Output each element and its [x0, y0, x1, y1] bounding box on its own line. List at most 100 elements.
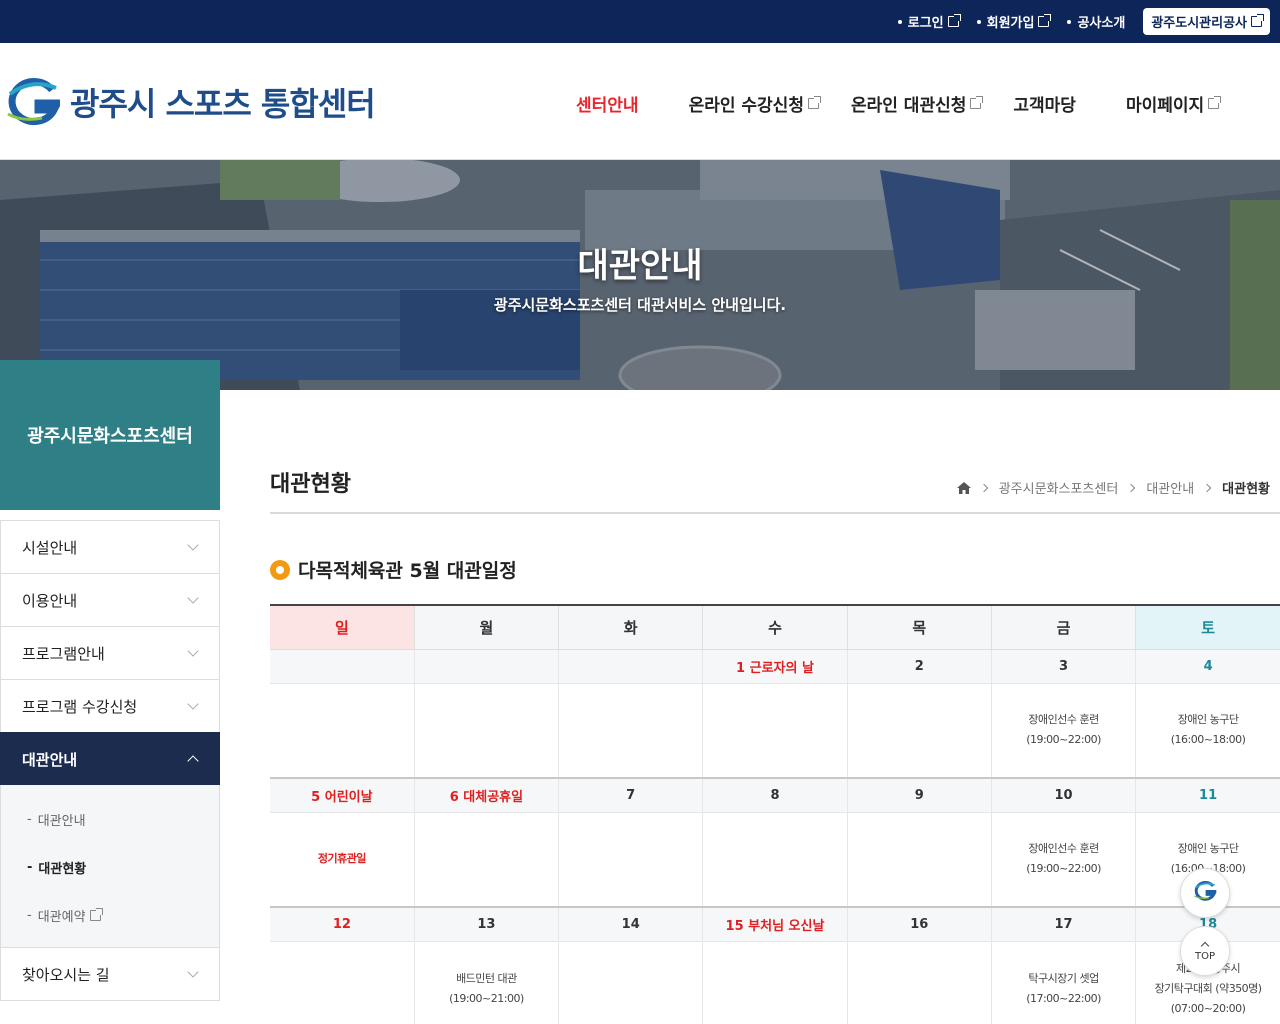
- external-link-icon: [1251, 14, 1264, 27]
- event-cell: [270, 941, 414, 1024]
- event-cell: 장애인선수 훈련 (19:00~22:00): [990, 812, 1136, 907]
- chevron-down-icon: [187, 539, 199, 551]
- date-cell: [413, 649, 559, 684]
- sidebar-item-program[interactable]: 프로그램안내: [0, 626, 220, 679]
- breadcrumb-item[interactable]: 대관안내: [1146, 478, 1194, 497]
- chevron-up-icon: [187, 755, 199, 767]
- weekday-wed: 수: [702, 604, 848, 650]
- event-cell: [846, 812, 992, 907]
- sidebar-title-box: 광주시문화스포츠센터: [0, 360, 220, 510]
- date-cell: 16: [846, 907, 992, 942]
- chevron-right-icon: [1127, 483, 1136, 492]
- event-cell: [413, 812, 559, 907]
- title-divider: [270, 512, 1280, 514]
- date-cell-sat: 4: [1135, 649, 1280, 684]
- bullet-dot-icon: [1067, 19, 1072, 24]
- external-link-icon: [947, 14, 961, 27]
- date-cell: 9: [846, 778, 992, 813]
- date-cell: [270, 649, 415, 684]
- date-cell: 3: [990, 649, 1136, 684]
- sidebar-item-rental[interactable]: 대관안내: [0, 732, 220, 785]
- breadcrumb-item[interactable]: 광주시문화스포츠센터: [999, 478, 1119, 497]
- sidebar-item-directions[interactable]: 찾아오시는 길: [0, 947, 220, 1001]
- chevron-down-icon: [187, 592, 199, 604]
- event-cell: [270, 683, 414, 778]
- external-link-icon: [89, 907, 103, 921]
- chevron-down-icon: [187, 698, 199, 710]
- date-cell-holiday: 5 어린이날: [270, 778, 415, 813]
- home-icon[interactable]: [956, 481, 971, 494]
- signup-link[interactable]: 회원가입: [976, 12, 1052, 31]
- date-row: 1 근로자의 날 2 3 4: [270, 649, 1280, 684]
- sidebar-sub-rental-info[interactable]: - 대관안내: [1, 795, 219, 843]
- weekday-sun: 일: [270, 604, 415, 650]
- date-cell: [558, 649, 703, 684]
- sidebar-sub-rental-status[interactable]: - 대관현황: [1, 843, 219, 891]
- weekday-mon: 월: [413, 604, 559, 650]
- chevron-down-icon: [187, 645, 199, 657]
- event-cell: [846, 941, 992, 1024]
- chevron-right-icon: [1202, 483, 1212, 492]
- event-cell: 탁구시장기 셋업 (17:00~22:00): [990, 941, 1136, 1024]
- date-cell: 17: [990, 907, 1136, 942]
- event-cell: [846, 683, 992, 778]
- main-nav: 센터안내 온라인 수강신청 온라인 대관신청 고객마당 마이페이지: [560, 91, 1222, 116]
- site-header: 광주시 스포츠 통합센터 센터안내 온라인 수강신청 온라인 대관신청 고객마당…: [0, 43, 1280, 160]
- nav-online-rental[interactable]: 온라인 대관신청: [851, 91, 984, 116]
- scroll-top-button[interactable]: TOP: [1180, 926, 1230, 976]
- bullet-dot-icon: [976, 19, 981, 24]
- event-cell: [702, 683, 848, 778]
- chevron-right-icon: [979, 483, 988, 492]
- sidebar-item-usage[interactable]: 이용안내: [0, 573, 220, 626]
- nav-customer[interactable]: 고객마당: [1013, 91, 1076, 116]
- event-cell: [702, 812, 848, 907]
- date-cell: 7: [558, 778, 703, 813]
- event-cell: [413, 683, 559, 778]
- breadcrumb: 광주시문화스포츠센터 대관안내 대관현황: [956, 478, 1270, 497]
- section-title: 다목적체육관 5월 대관일정: [270, 556, 517, 583]
- event-cell-closed: 정기휴관일: [317, 852, 367, 866]
- sidebar-item-program-apply[interactable]: 프로그램 수강신청: [0, 679, 220, 732]
- weekday-sat: 토: [1135, 604, 1280, 650]
- hero-subtitle: 광주시문화스포츠센터 대관서비스 안내입니다.: [493, 296, 787, 314]
- external-link-icon: [1038, 14, 1052, 27]
- sidebar-item-facility[interactable]: 시설안내: [0, 520, 220, 573]
- logo-text: 광주시 스포츠 통합센터: [70, 85, 376, 123]
- date-row: 5 어린이날 6 대체공휴일 7 8 9 10 11: [270, 778, 1280, 813]
- date-cell: 10: [990, 778, 1136, 813]
- corp-intro-link[interactable]: 공사소개: [1067, 12, 1125, 31]
- event-cell: 배드민턴 대관 (19:00~21:00): [413, 941, 559, 1024]
- event-row: 장애인선수 훈련 (19:00~22:00) 장애인 농구단 (16:00~18:0…: [270, 683, 1280, 778]
- date-cell-holiday: 6 대체공휴일: [413, 778, 559, 813]
- weekday-thu: 목: [846, 604, 992, 650]
- date-cell-holiday: 1 근로자의 날: [702, 649, 848, 684]
- event-cell: [558, 941, 703, 1024]
- sidebar-title: 광주시문화스포츠센터: [27, 426, 193, 447]
- gwangju-logo-icon: [1192, 880, 1218, 906]
- nav-mypage[interactable]: 마이페이지: [1126, 91, 1222, 116]
- nav-center-info[interactable]: 센터안내: [576, 91, 639, 116]
- rental-calendar: 일 월 화 수 목 금 토 1 근로자의 날 2 3 4 장애인선수 훈련 (19…: [270, 604, 1280, 1024]
- gwangju-logo-icon: [2, 76, 64, 128]
- event-cell: 장애인선수 훈련 (19:00~22:00): [990, 683, 1136, 778]
- sidebar-menu: 시설안내 이용안내 프로그램안내 프로그램 수강신청 대관안내 - 대관안내 -대…: [0, 520, 220, 1001]
- chevron-down-icon: [187, 966, 199, 978]
- event-row: 정기휴관일 장애인선수 훈련(19:00~22:00) 장애인 농구단(16:0…: [270, 812, 1280, 907]
- top-links: 로그인 회원가입 공사소개 광주도시관리공사: [897, 8, 1270, 35]
- event-cell: [702, 941, 848, 1024]
- sidebar-sub-rental-reserve[interactable]: - 대관예약: [1, 891, 219, 939]
- weekday-tue: 화: [558, 604, 703, 650]
- external-link-icon: [970, 96, 984, 109]
- login-link[interactable]: 로그인: [897, 12, 961, 31]
- circle-bullet-icon: [270, 559, 290, 580]
- sidebar-submenu: - 대관안내 - 대관현황 - 대관예약: [0, 785, 220, 947]
- weekday-header: 일 월 화 수 목 금 토: [270, 604, 1280, 650]
- bullet-dot-icon: [897, 19, 902, 24]
- event-row: 배드민턴 대관 (19:00~21:00) 탁구시장기 셋업 (17:00~22:0…: [270, 941, 1280, 1024]
- date-cell-sat: 11: [1135, 778, 1280, 813]
- nav-online-class[interactable]: 온라인 수강신청: [689, 91, 821, 116]
- floating-logo-button[interactable]: [1180, 868, 1230, 918]
- external-link-icon: [1208, 96, 1222, 109]
- site-logo[interactable]: 광주시 스포츠 통합센터: [2, 76, 376, 128]
- corp-site-button[interactable]: 광주도시관리공사: [1143, 8, 1270, 35]
